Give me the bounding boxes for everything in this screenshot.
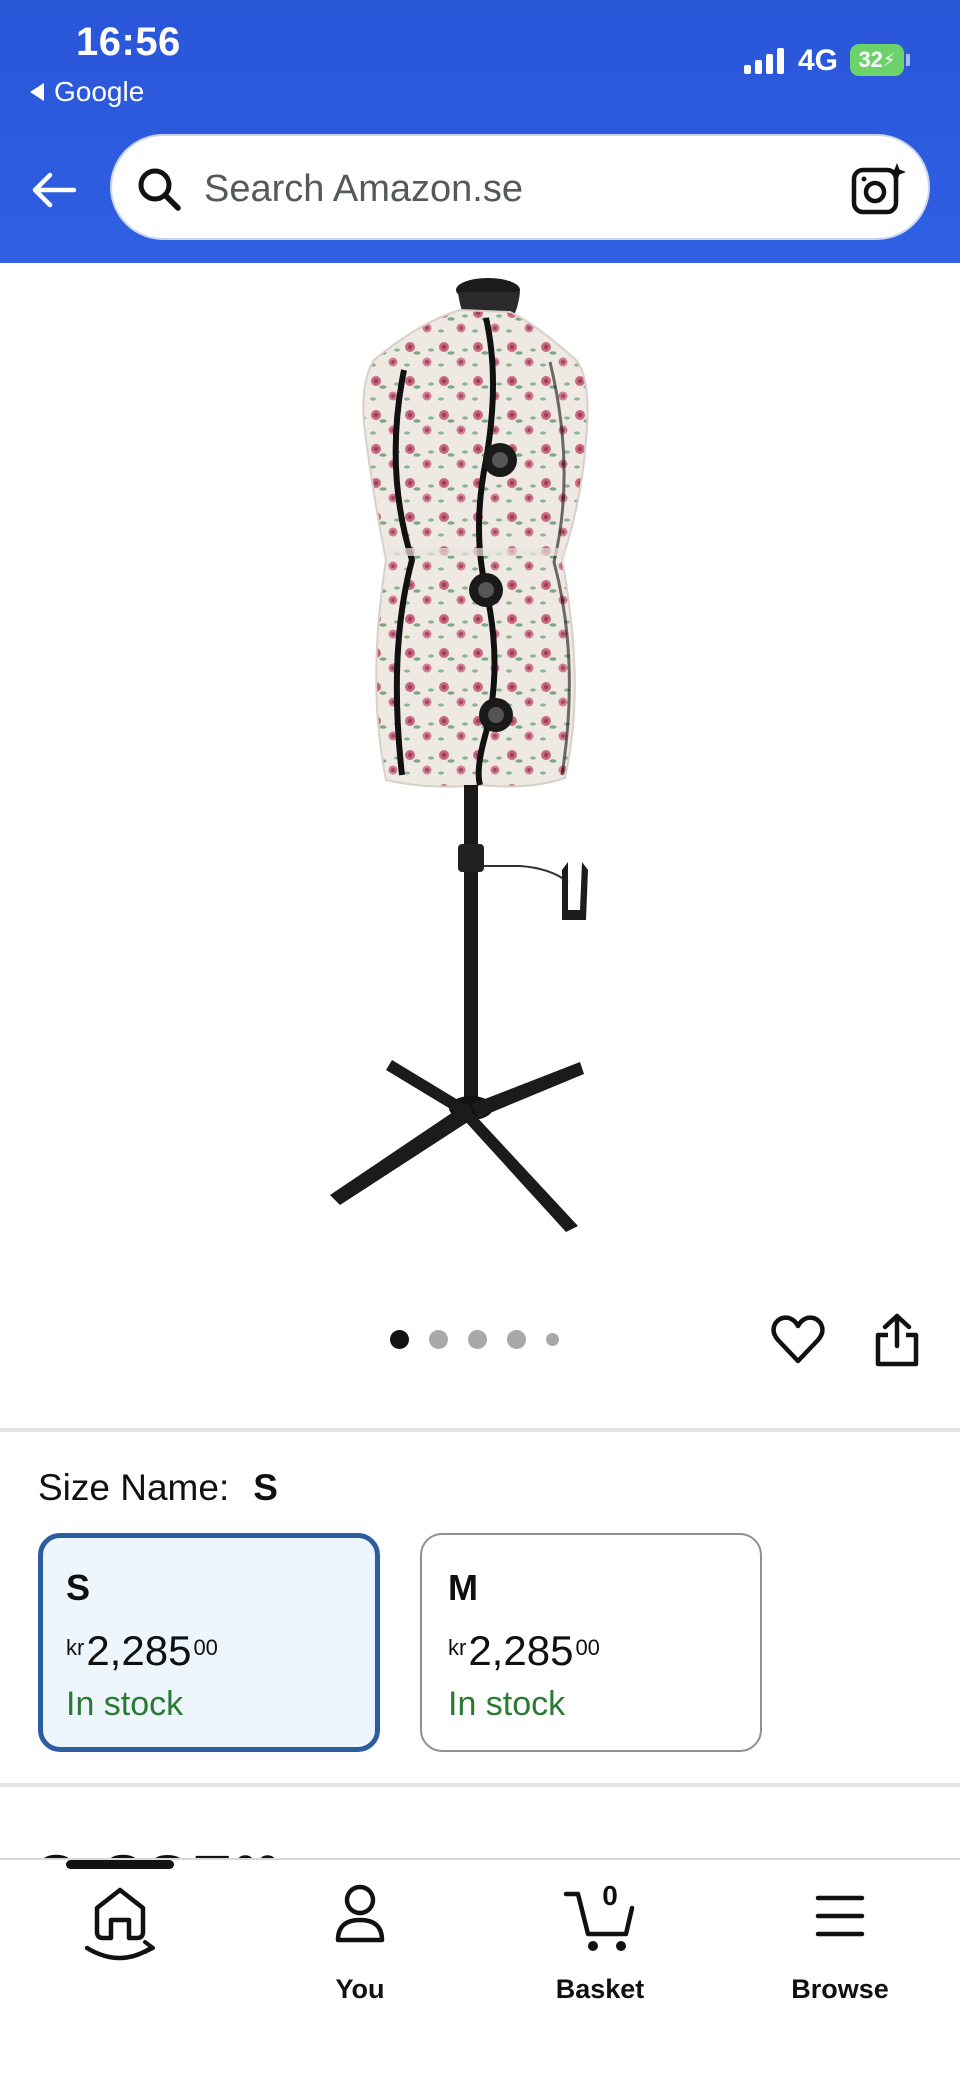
- bottom-navigation-bar: You 0 Basket Browse: [0, 1858, 960, 2078]
- stock-status: In stock: [448, 1685, 566, 1723]
- section-divider: [0, 1428, 960, 1432]
- size-option-name: S: [66, 1567, 91, 1608]
- nav-browse[interactable]: Browse: [740, 1882, 940, 2004]
- size-option-name: M: [448, 1567, 478, 1608]
- nav-basket[interactable]: 0 Basket: [500, 1880, 700, 2004]
- home-icon: [84, 1887, 155, 1961]
- price-currency: kr: [448, 1635, 467, 1660]
- nav-you[interactable]: You: [260, 1882, 460, 2004]
- stock-status: In stock: [66, 1685, 184, 1723]
- active-tab-indicator: [66, 1860, 174, 1869]
- search-bar[interactable]: Search Amazon.se: [110, 134, 930, 240]
- size-option-price: kr 2,285 00: [448, 1627, 600, 1675]
- size-option-price: kr 2,285 00: [66, 1627, 218, 1675]
- nav-basket-label: Basket: [555, 1974, 645, 2004]
- section-divider: [0, 1783, 960, 1787]
- gallery-dot[interactable]: [468, 1330, 487, 1349]
- back-to-app-link[interactable]: Google: [30, 76, 144, 108]
- share-icon[interactable]: [872, 1312, 922, 1368]
- search-icon: [138, 168, 181, 211]
- nav-you-label: You: [335, 1974, 385, 2004]
- price-fraction: 00: [193, 1635, 218, 1660]
- nav-browse-label: Browse: [791, 1974, 889, 2004]
- network-type: 4G: [798, 44, 839, 77]
- search-input[interactable]: Search Amazon.se: [204, 168, 523, 211]
- camera-search-icon[interactable]: [850, 160, 908, 218]
- size-name-label: Size Name: S: [38, 1467, 278, 1509]
- status-time: 16:56: [76, 20, 181, 64]
- user-icon: [335, 1884, 385, 1943]
- gallery-dot[interactable]: [546, 1333, 559, 1346]
- menu-icon: [815, 1895, 865, 1937]
- size-option-m[interactable]: M kr 2,285 00 In stock: [420, 1533, 762, 1752]
- back-triangle-icon: [30, 83, 44, 101]
- battery-cap: [906, 54, 910, 66]
- cellular-signal-icon: [744, 48, 784, 74]
- size-option-s[interactable]: S kr 2,285 00 In stock: [38, 1533, 380, 1752]
- selected-size-value: S: [253, 1467, 278, 1508]
- image-gallery-dots[interactable]: [390, 1330, 559, 1349]
- price-whole: 2,285: [468, 1627, 574, 1674]
- nav-home[interactable]: [20, 1882, 220, 1992]
- gallery-dot[interactable]: [429, 1330, 448, 1349]
- battery-level: 32: [858, 47, 883, 72]
- price-currency: kr: [66, 1635, 85, 1660]
- gallery-dot[interactable]: [390, 1330, 409, 1349]
- app-header: 16:56 Google 4G 32 ⚡ Search Amazon.se: [0, 0, 960, 263]
- gallery-dot[interactable]: [507, 1330, 526, 1349]
- size-label-text: Size Name:: [38, 1467, 230, 1508]
- price-fraction: 00: [575, 1635, 600, 1660]
- back-arrow-icon[interactable]: [28, 164, 80, 216]
- product-image-dress-form[interactable]: [300, 270, 640, 1240]
- heart-wishlist-icon[interactable]: [770, 1312, 826, 1368]
- price-whole: 2,285: [86, 1627, 192, 1674]
- back-app-label: Google: [54, 76, 145, 107]
- battery-icon: 32 ⚡: [850, 44, 904, 76]
- cart-count-badge: 0: [602, 1880, 618, 1911]
